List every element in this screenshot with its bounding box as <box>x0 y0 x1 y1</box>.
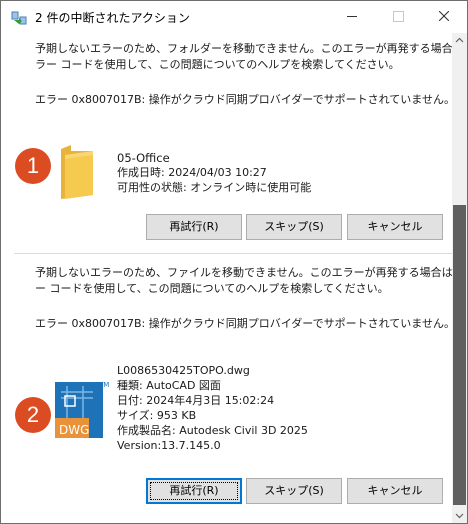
scroll-up-icon[interactable] <box>452 33 467 48</box>
error-message-line: ー コードを使用して、この問題についてのヘルプを検索してください。 <box>35 282 389 295</box>
skip-button[interactable]: スキップ(S) <box>246 478 342 504</box>
folder-icon <box>59 143 95 201</box>
callout-badge: 1 <box>15 148 51 184</box>
window-title: 2 件の中断されたアクション <box>35 11 190 25</box>
error-message-line: 予期しないエラーのため、フォルダーを移動できません。このエラーが再発する場合は、… <box>35 42 452 55</box>
dialog-window: 2 件の中断されたアクション 予期しないエラーのため、フォルダーを移動できません… <box>0 0 468 524</box>
error-message-line: ラー コードを使用して、この問題についてのヘルプを検索してください。 <box>35 58 400 71</box>
cancel-button[interactable]: キャンセル <box>347 478 443 504</box>
move-files-icon <box>11 10 27 25</box>
retry-button-label: 再試行(R) <box>169 220 219 233</box>
skip-button[interactable]: スキップ(S) <box>246 214 342 240</box>
title-bar[interactable]: 2 件の中断されたアクション <box>1 1 467 33</box>
error-code: エラー 0x8007017B: 操作がクラウド同期プロバイダーでサポートされてい… <box>35 93 452 106</box>
cancel-button-label: キャンセル <box>367 484 423 497</box>
dwg-file-icon: DWG TM <box>53 378 115 440</box>
close-button[interactable] <box>421 1 467 31</box>
skip-button-label: スキップ(S) <box>264 220 324 233</box>
section-divider <box>14 253 452 254</box>
vertical-scrollbar[interactable] <box>452 33 467 523</box>
item-name: 05-Office <box>117 151 170 165</box>
error-code: エラー 0x8007017B: 操作がクラウド同期プロバイダーでサポートされてい… <box>35 317 452 330</box>
callout-badge: 2 <box>15 397 51 433</box>
scroll-down-icon[interactable] <box>452 508 467 523</box>
item-detail: 作成日時: 2024/04/03 10:27 <box>117 166 267 179</box>
error-message-line: 予期しないエラーのため、ファイルを移動できません。このエラーが再発する場合は、エ… <box>35 266 452 279</box>
item-detail: 可用性の状態: オンライン時に使用可能 <box>117 181 312 194</box>
maximize-button <box>375 1 421 31</box>
minimize-button[interactable] <box>329 1 375 31</box>
close-icon <box>439 11 449 21</box>
cancel-button-label: キャンセル <box>367 220 423 233</box>
item-detail: 日付: 2024年4月3日 15:02:24 <box>117 394 275 407</box>
svg-text:DWG: DWG <box>59 423 89 437</box>
scroll-thumb[interactable] <box>453 205 466 505</box>
cancel-button[interactable]: キャンセル <box>347 214 443 240</box>
retry-button[interactable]: 再試行(R) <box>146 214 242 240</box>
retry-button[interactable]: 再試行(R) <box>146 478 242 504</box>
retry-button-label: 再試行(R) <box>169 484 219 497</box>
svg-text:TM: TM <box>98 381 109 389</box>
skip-button-label: スキップ(S) <box>264 484 324 497</box>
item-detail: 種類: AutoCAD 図面 <box>117 379 221 392</box>
item-detail: 作成製品名: Autodesk Civil 3D 2025 <box>117 424 308 437</box>
item-detail: サイズ: 953 KB <box>117 409 197 422</box>
item-detail: Version:13.7.145.0 <box>117 439 221 452</box>
dialog-content: 予期しないエラーのため、フォルダーを移動できません。このエラーが再発する場合は、… <box>1 33 452 523</box>
item-name: L0086530425TOPO.dwg <box>117 364 250 377</box>
